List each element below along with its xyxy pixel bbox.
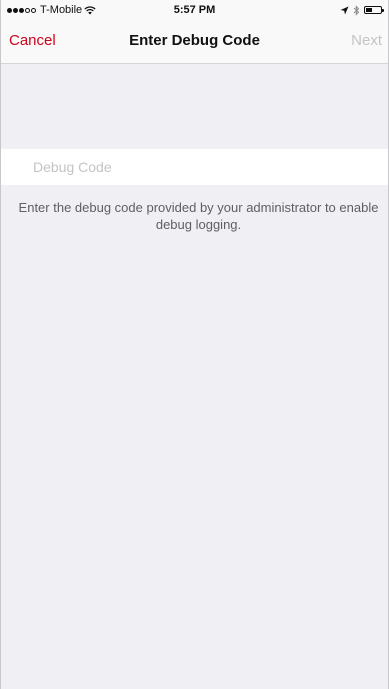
signal-dot	[19, 7, 24, 13]
signal-dot	[7, 7, 12, 13]
location-arrow-icon	[340, 6, 349, 14]
wifi-icon	[84, 5, 96, 14]
status-right	[340, 4, 384, 16]
signal-dot	[25, 7, 30, 13]
signal-dot	[31, 7, 36, 13]
status-bar: T-Mobile 5:57 PM	[1, 0, 388, 20]
page-title: Enter Debug Code	[129, 32, 260, 49]
signal-strength-icon	[7, 7, 36, 13]
next-button[interactable]: Next	[351, 32, 382, 49]
bluetooth-icon	[353, 4, 360, 16]
navigation-bar: Cancel Enter Debug Code Next	[1, 20, 388, 64]
help-text: Enter the debug code provided by your ad…	[18, 200, 379, 232]
debug-code-input[interactable]	[1, 149, 388, 185]
status-left: T-Mobile	[7, 4, 96, 16]
battery-level	[366, 8, 372, 12]
battery-icon	[364, 6, 384, 14]
carrier-name: T-Mobile	[40, 4, 83, 16]
signal-dot	[13, 7, 18, 13]
phone-screen: T-Mobile 5:57 PM Cancel Enter Debug Code…	[0, 0, 389, 689]
debug-code-row	[1, 149, 388, 185]
